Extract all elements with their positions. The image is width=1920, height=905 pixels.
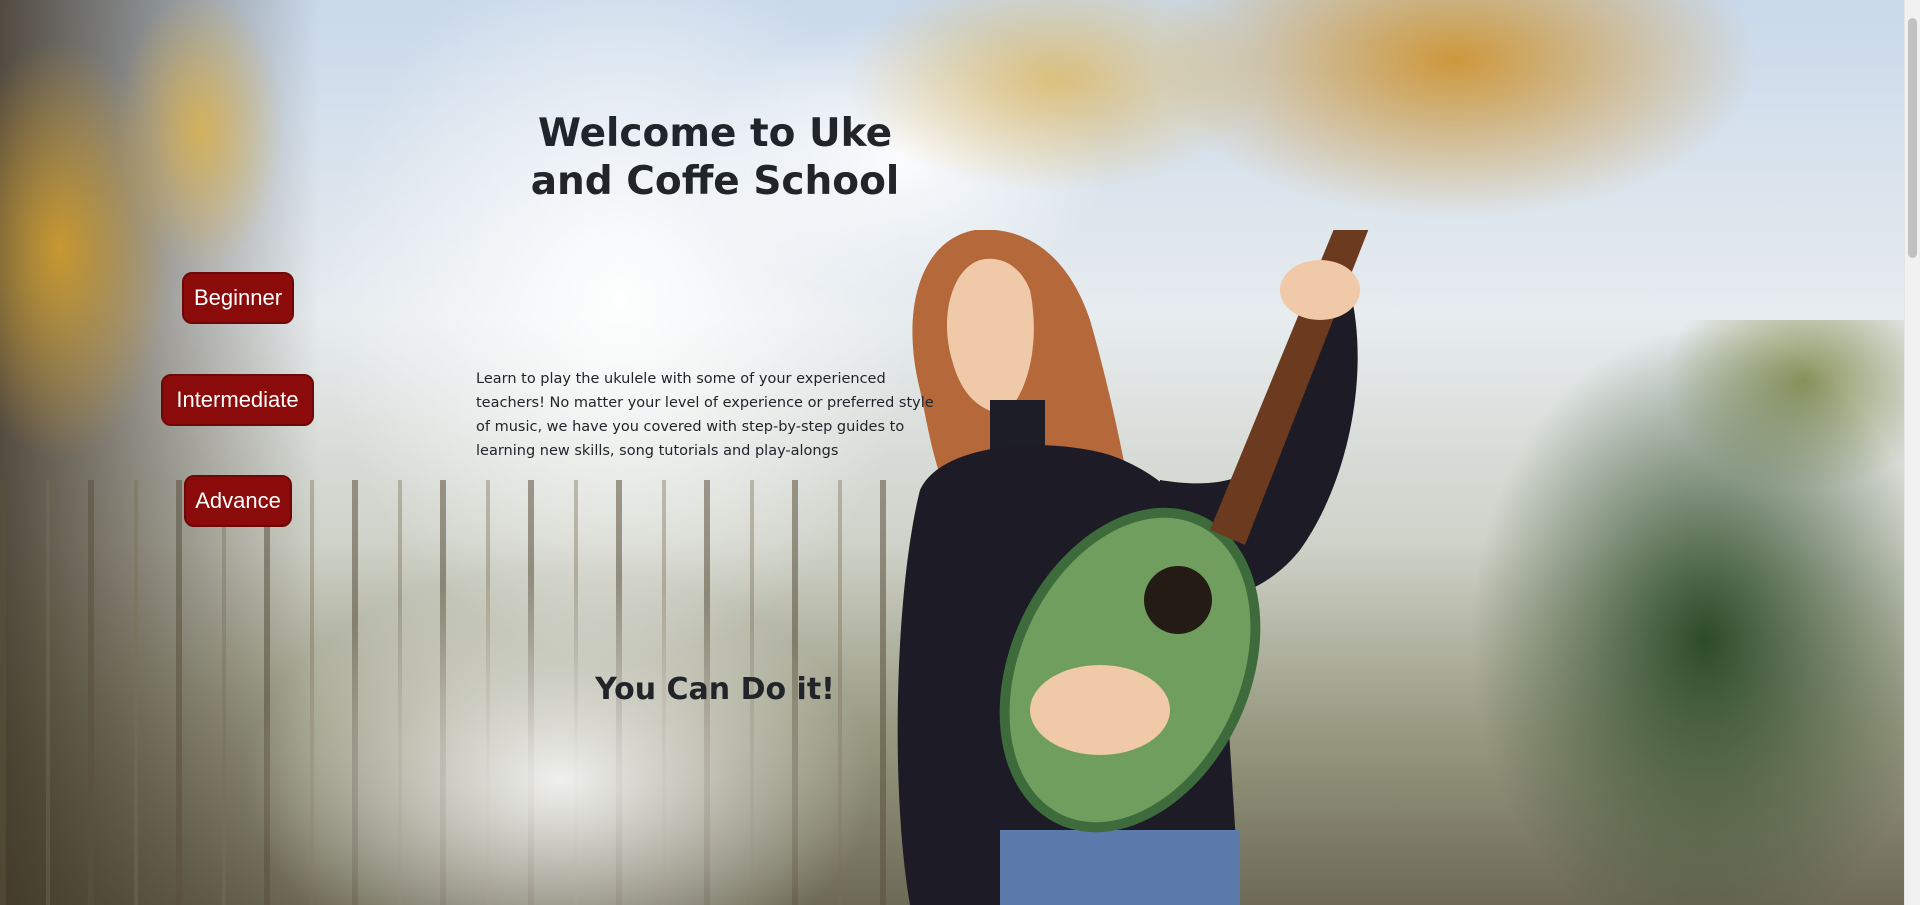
page-scrollbar[interactable] — [1904, 0, 1920, 905]
advance-button[interactable]: Advance — [184, 475, 292, 527]
intermediate-button[interactable]: Intermediate — [161, 374, 314, 426]
ukulele-player-photo — [897, 230, 1369, 905]
intro-paragraph: Learn to play the ukulele with some of y… — [476, 371, 934, 459]
scrollbar-thumb[interactable] — [1908, 18, 1917, 258]
page-title: Welcome to Uke and Coffe School — [530, 111, 900, 204]
beginner-button[interactable]: Beginner — [182, 272, 294, 324]
motivation-heading: You Can Do it! — [595, 672, 835, 707]
hero-background-image — [0, 0, 1905, 905]
